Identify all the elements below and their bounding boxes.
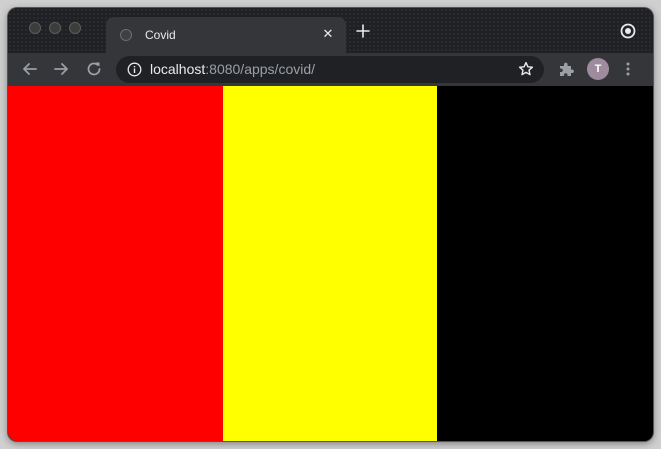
forward-button[interactable]	[51, 59, 71, 79]
tab-close-button[interactable]: ✕	[320, 26, 336, 42]
close-window-button[interactable]	[29, 22, 41, 34]
address-bar[interactable]: localhost:8080/apps/covid/	[116, 56, 544, 83]
tab-covid[interactable]: Covid ✕	[106, 17, 346, 53]
browser-window: Covid ✕ localhost:8080/apps/covid/ T	[8, 8, 653, 441]
arrow-right-icon	[54, 63, 68, 75]
site-info-button[interactable]	[127, 62, 142, 77]
kebab-menu-icon	[626, 62, 630, 76]
chrome-menu-button[interactable]	[625, 61, 631, 77]
url-host: localhost	[150, 61, 206, 77]
flag-stripe-red	[8, 86, 223, 441]
chrome-profile-icon	[620, 23, 636, 39]
back-button[interactable]	[20, 59, 40, 79]
flag-stripe-black	[437, 86, 653, 441]
tab-strip: Covid ✕	[8, 8, 653, 53]
tab-search-button[interactable]	[620, 23, 636, 39]
zoom-window-button[interactable]	[69, 22, 81, 34]
page-content	[8, 86, 653, 441]
arrow-left-icon	[23, 63, 37, 75]
extensions-button[interactable]	[558, 61, 575, 78]
info-icon	[127, 62, 142, 77]
reload-icon	[87, 62, 101, 76]
minimize-window-button[interactable]	[49, 22, 61, 34]
new-tab-button[interactable]	[354, 22, 372, 40]
tab-title: Covid	[145, 28, 176, 42]
url-path: :8080/apps/covid/	[205, 61, 316, 77]
puzzle-piece-icon	[560, 62, 574, 76]
favicon-icon	[120, 29, 132, 41]
url-text: localhost:8080/apps/covid/	[150, 61, 315, 78]
plus-icon	[356, 24, 370, 38]
star-icon	[518, 61, 534, 76]
bookmark-button[interactable]	[518, 61, 534, 77]
profile-avatar-button[interactable]: T	[587, 58, 609, 80]
flag-stripe-yellow	[223, 86, 437, 441]
toolbar: localhost:8080/apps/covid/ T	[8, 53, 653, 86]
reload-button[interactable]	[84, 59, 104, 79]
